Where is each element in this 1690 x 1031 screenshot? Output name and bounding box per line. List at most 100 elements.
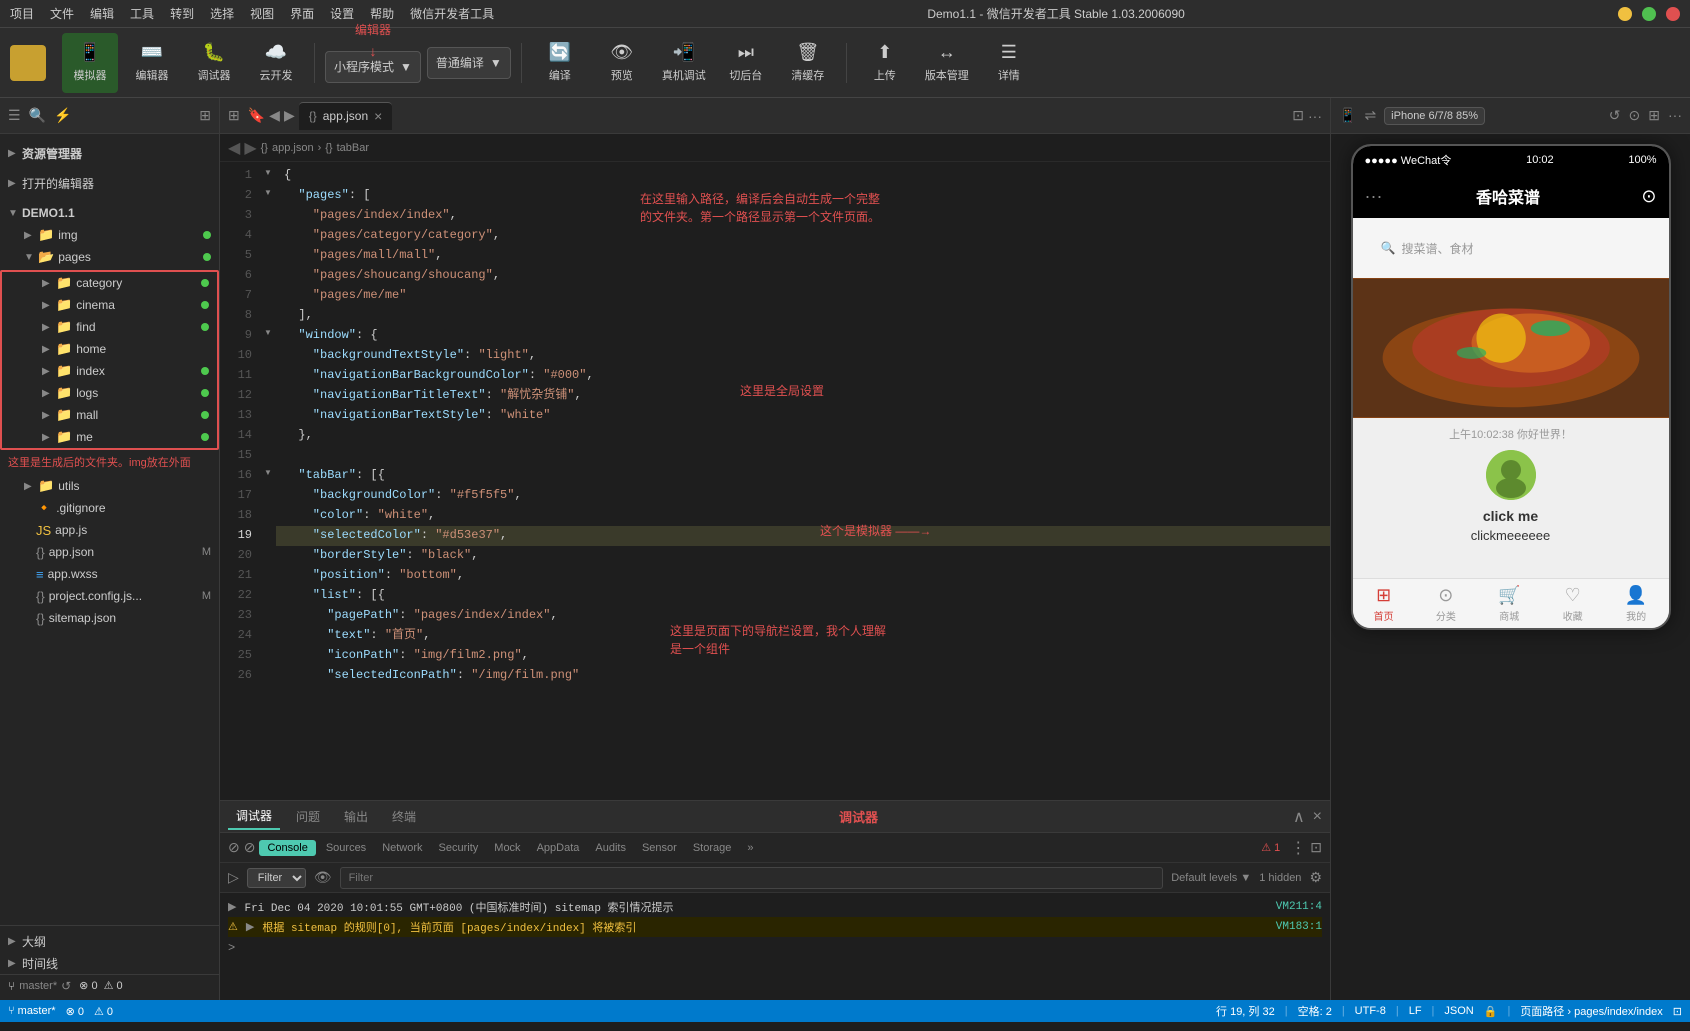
sim-capture-icon[interactable]: ⊙	[1629, 107, 1641, 124]
tab-close-icon[interactable]: ×	[374, 108, 382, 124]
context-selector[interactable]: Filter	[247, 868, 306, 888]
bookmark-icon[interactable]: 🔖	[248, 107, 265, 124]
debug-tab-terminal[interactable]: 终端	[384, 804, 424, 829]
menu-help[interactable]: 帮助	[370, 5, 394, 22]
compile-selector[interactable]: 普通编译 ▼	[427, 47, 511, 79]
breadcrumb-back-icon[interactable]: ◀	[228, 138, 240, 158]
phone-record-icon[interactable]: ⊙	[1641, 186, 1656, 207]
editor-button[interactable]: ⌨️ 编辑器	[124, 33, 180, 93]
storage-tab[interactable]: Storage	[687, 840, 738, 856]
debug-tab-issues[interactable]: 问题	[288, 804, 328, 829]
sidebar-item-gitignore[interactable]: 🔸 .gitignore	[0, 497, 219, 519]
menu-wechat-devtools[interactable]: 微信开发者工具	[410, 5, 494, 22]
menu-bar[interactable]: 项目 文件 编辑 工具 转到 选择 视图 界面 设置 帮助 微信开发者工具	[10, 5, 494, 22]
sidebar-item-utils[interactable]: ▶ 📁 utils	[0, 475, 219, 497]
filter-run-icon[interactable]: ▷	[228, 869, 239, 886]
sidebar-menu-icon[interactable]: ☰	[8, 107, 21, 124]
debugger-collapse-icon[interactable]: ∧	[1293, 807, 1305, 827]
fold-2[interactable]: ▼	[260, 182, 276, 202]
console-filter-input[interactable]	[340, 867, 1164, 889]
console-copy-icon[interactable]: ⊡	[1310, 839, 1322, 856]
editor-tab-appjson[interactable]: {} app.json ×	[299, 102, 393, 130]
sidebar-search-icon[interactable]: 🔍	[29, 107, 46, 124]
debugger-button[interactable]: 🐛 调试器	[186, 33, 242, 93]
phone-tab-favorite[interactable]: ♡ 收藏	[1563, 585, 1583, 623]
compile-button[interactable]: 🔄 编译	[532, 33, 588, 93]
sidebar-item-me[interactable]: ▶ 📁 me	[2, 426, 217, 448]
menu-select[interactable]: 选择	[210, 5, 234, 22]
version-button[interactable]: ↔ 版本管理	[919, 33, 975, 93]
level-selector[interactable]: Default levels ▼	[1171, 872, 1251, 884]
sidebar-item-find[interactable]: ▶ 📁 find	[2, 316, 217, 338]
sidebar-item-appwxss[interactable]: ≡ app.wxss	[0, 563, 219, 585]
real-device-button[interactable]: 📲 真机调试	[656, 33, 712, 93]
network-tab[interactable]: Network	[376, 840, 428, 856]
sim-more-icon[interactable]: ···	[1668, 107, 1682, 124]
menu-project[interactable]: 项目	[10, 5, 34, 22]
git-sync-icon[interactable]: ↺	[61, 979, 71, 993]
sidebar-item-cinema[interactable]: ▶ 📁 cinema	[2, 294, 217, 316]
warn-expand-icon[interactable]: ▶	[246, 920, 254, 934]
security-tab[interactable]: Security	[433, 840, 485, 856]
sensor-tab[interactable]: Sensor	[636, 840, 683, 856]
switch-bg-button[interactable]: ⏭ 切后台	[718, 33, 774, 93]
debug-tab-debugger[interactable]: 调试器	[228, 803, 280, 830]
minimize-button[interactable]	[1618, 7, 1632, 21]
sidebar-item-open-editors[interactable]: ▶ 打开的编辑器	[0, 172, 219, 194]
menu-settings[interactable]: 设置	[330, 5, 354, 22]
sidebar-item-pages[interactable]: ▼ 📂 pages	[0, 246, 219, 268]
console-stop-icon[interactable]: ⊘	[244, 839, 256, 856]
debug-tab-output[interactable]: 输出	[336, 804, 376, 829]
sim-refresh-icon[interactable]: ↺	[1609, 107, 1621, 124]
audits-tab[interactable]: Audits	[589, 840, 632, 856]
sidebar-item-index[interactable]: ▶ 📁 index	[2, 360, 217, 382]
clear-cache-button[interactable]: 🗑 清缓存	[780, 33, 836, 93]
phone-search-bar[interactable]: 🔍 搜菜谱、食材	[1369, 230, 1653, 266]
sidebar-item-home[interactable]: ▶ 📁 home	[2, 338, 217, 360]
sidebar-item-timeline[interactable]: ▶ 时间线	[0, 952, 219, 974]
menu-view[interactable]: 视图	[250, 5, 274, 22]
menu-interface[interactable]: 界面	[290, 5, 314, 22]
more-tabs[interactable]: »	[741, 840, 759, 856]
more-icon[interactable]: ···	[1308, 108, 1322, 124]
breadcrumb-forward-icon[interactable]: ▶	[244, 138, 256, 158]
sidebar-item-category[interactable]: ▶ 📁 category	[2, 272, 217, 294]
upload-button[interactable]: ⬆ 上传	[857, 33, 913, 93]
nav-forward-icon[interactable]: ▶	[284, 107, 295, 124]
filter-eye-icon[interactable]: 👁	[314, 869, 332, 886]
sidebar-expand-icon[interactable]: ⊞	[199, 107, 211, 124]
simulator-button[interactable]: 📱 模拟器	[62, 33, 118, 93]
fold-9[interactable]: ▼	[260, 322, 276, 342]
phone-tab-category[interactable]: ⊙ 分类	[1436, 585, 1456, 623]
maximize-button[interactable]	[1642, 7, 1656, 21]
sources-tab[interactable]: Sources	[320, 840, 372, 856]
close-button[interactable]	[1666, 7, 1680, 21]
phone-tab-mall[interactable]: 🛒 商城	[1498, 585, 1520, 623]
sidebar-item-appjs[interactable]: JS app.js	[0, 519, 219, 541]
console-clear-icon[interactable]: ⊘	[228, 839, 240, 856]
fold-16[interactable]: ▼	[260, 462, 276, 482]
debugger-close-icon[interactable]: ×	[1313, 808, 1322, 826]
menu-edit[interactable]: 编辑	[90, 5, 114, 22]
mock-tab[interactable]: Mock	[488, 840, 526, 856]
menu-tool[interactable]: 工具	[130, 5, 154, 22]
phone-more-icon[interactable]: ···	[1365, 186, 1383, 207]
sidebar-item-projectconfig[interactable]: {} project.config.js... M	[0, 585, 219, 607]
sidebar-item-sitemap[interactable]: {} sitemap.json	[0, 607, 219, 629]
console-link-2[interactable]: VM183:1	[1276, 921, 1322, 933]
device-selector[interactable]: iPhone 6/7/8 85%	[1384, 107, 1485, 125]
phone-tab-mine[interactable]: 👤 我的	[1625, 585, 1647, 623]
sidebar-action-icon[interactable]: ⚡	[54, 107, 71, 124]
sidebar-item-mall[interactable]: ▶ 📁 mall	[2, 404, 217, 426]
cloud-button[interactable]: ☁️ 云开发	[248, 33, 304, 93]
split-editor-icon[interactable]: ⊡	[1292, 107, 1304, 124]
code-content[interactable]: { "pages": [ "pages/index/index", "pages…	[276, 162, 1330, 800]
sidebar-item-outline[interactable]: ▶ 大纲	[0, 930, 219, 952]
fold-1[interactable]: ▼	[260, 162, 276, 182]
menu-file[interactable]: 文件	[50, 5, 74, 22]
expand-icon[interactable]: ▶	[228, 900, 236, 914]
console-tab[interactable]: Console	[259, 840, 315, 856]
phone-tab-home[interactable]: ⊞ 首页	[1374, 585, 1394, 623]
menu-goto[interactable]: 转到	[170, 5, 194, 22]
sidebar-item-project[interactable]: ▼ DEMO1.1	[0, 202, 219, 224]
